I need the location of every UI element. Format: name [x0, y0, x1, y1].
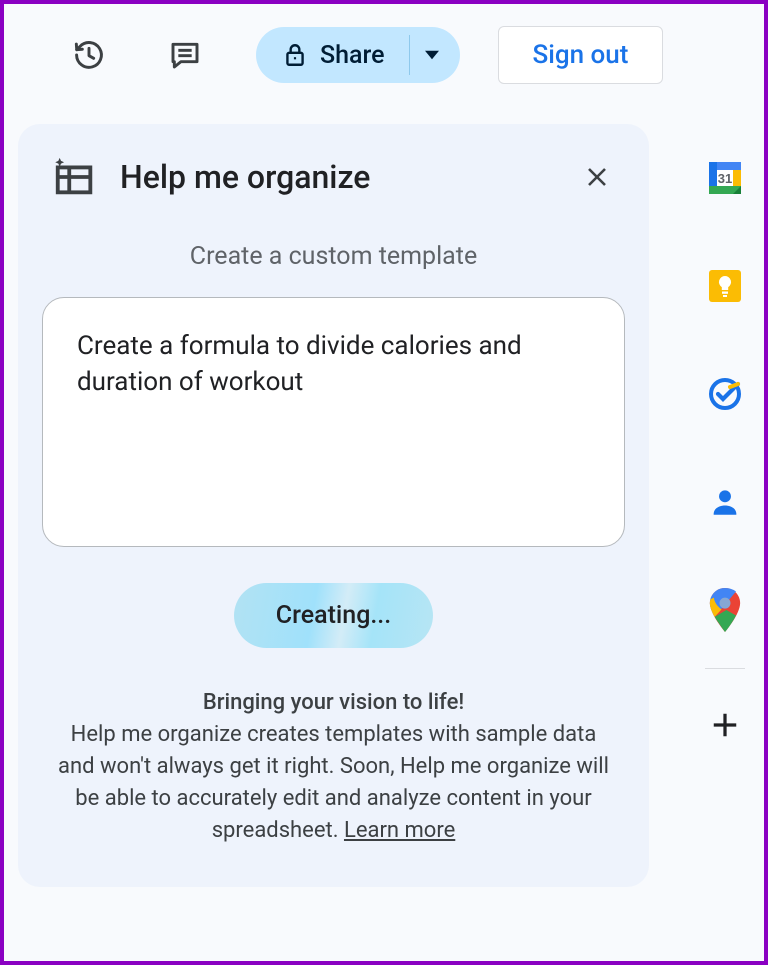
share-label: Share	[320, 41, 385, 70]
contacts-icon[interactable]	[705, 482, 745, 522]
history-icon[interactable]	[64, 30, 114, 80]
side-panel-rail: 31	[686, 124, 764, 765]
calendar-icon[interactable]: 31	[705, 158, 745, 198]
panel-subtitle: Create a custom template	[42, 242, 625, 271]
signout-button[interactable]: Sign out	[498, 26, 664, 84]
side-divider	[705, 668, 745, 669]
sparkle-table-icon	[52, 154, 98, 200]
tagline-text: Bringing your vision to life!	[42, 690, 625, 715]
panel-title: Help me organize	[120, 158, 555, 196]
close-icon	[585, 165, 609, 189]
caret-down-icon	[425, 48, 439, 62]
tasks-icon[interactable]	[705, 374, 745, 414]
maps-icon[interactable]	[705, 590, 745, 630]
panel-header: Help me organize	[42, 154, 625, 200]
prompt-input[interactable]: Create a formula to divide calories and …	[42, 297, 625, 547]
comment-icon[interactable]	[160, 30, 210, 80]
svg-text:31: 31	[718, 171, 732, 186]
learn-more-link[interactable]: Learn more	[344, 818, 455, 843]
share-button[interactable]: Share	[256, 27, 409, 83]
close-button[interactable]	[577, 157, 617, 197]
help-me-organize-panel: Help me organize Create a custom templat…	[18, 124, 649, 887]
add-addon-button[interactable]	[705, 705, 745, 745]
creating-button[interactable]: Creating...	[234, 583, 433, 648]
share-button-group: Share	[256, 27, 460, 83]
keep-icon[interactable]	[705, 266, 745, 306]
disclaimer-text: Help me organize creates templates with …	[42, 719, 625, 847]
share-dropdown-button[interactable]	[410, 27, 460, 83]
disclaimer-body: Help me organize creates templates with …	[58, 722, 609, 843]
lock-icon	[282, 42, 308, 68]
top-toolbar: Share Sign out	[4, 4, 764, 102]
plus-icon	[710, 710, 740, 740]
